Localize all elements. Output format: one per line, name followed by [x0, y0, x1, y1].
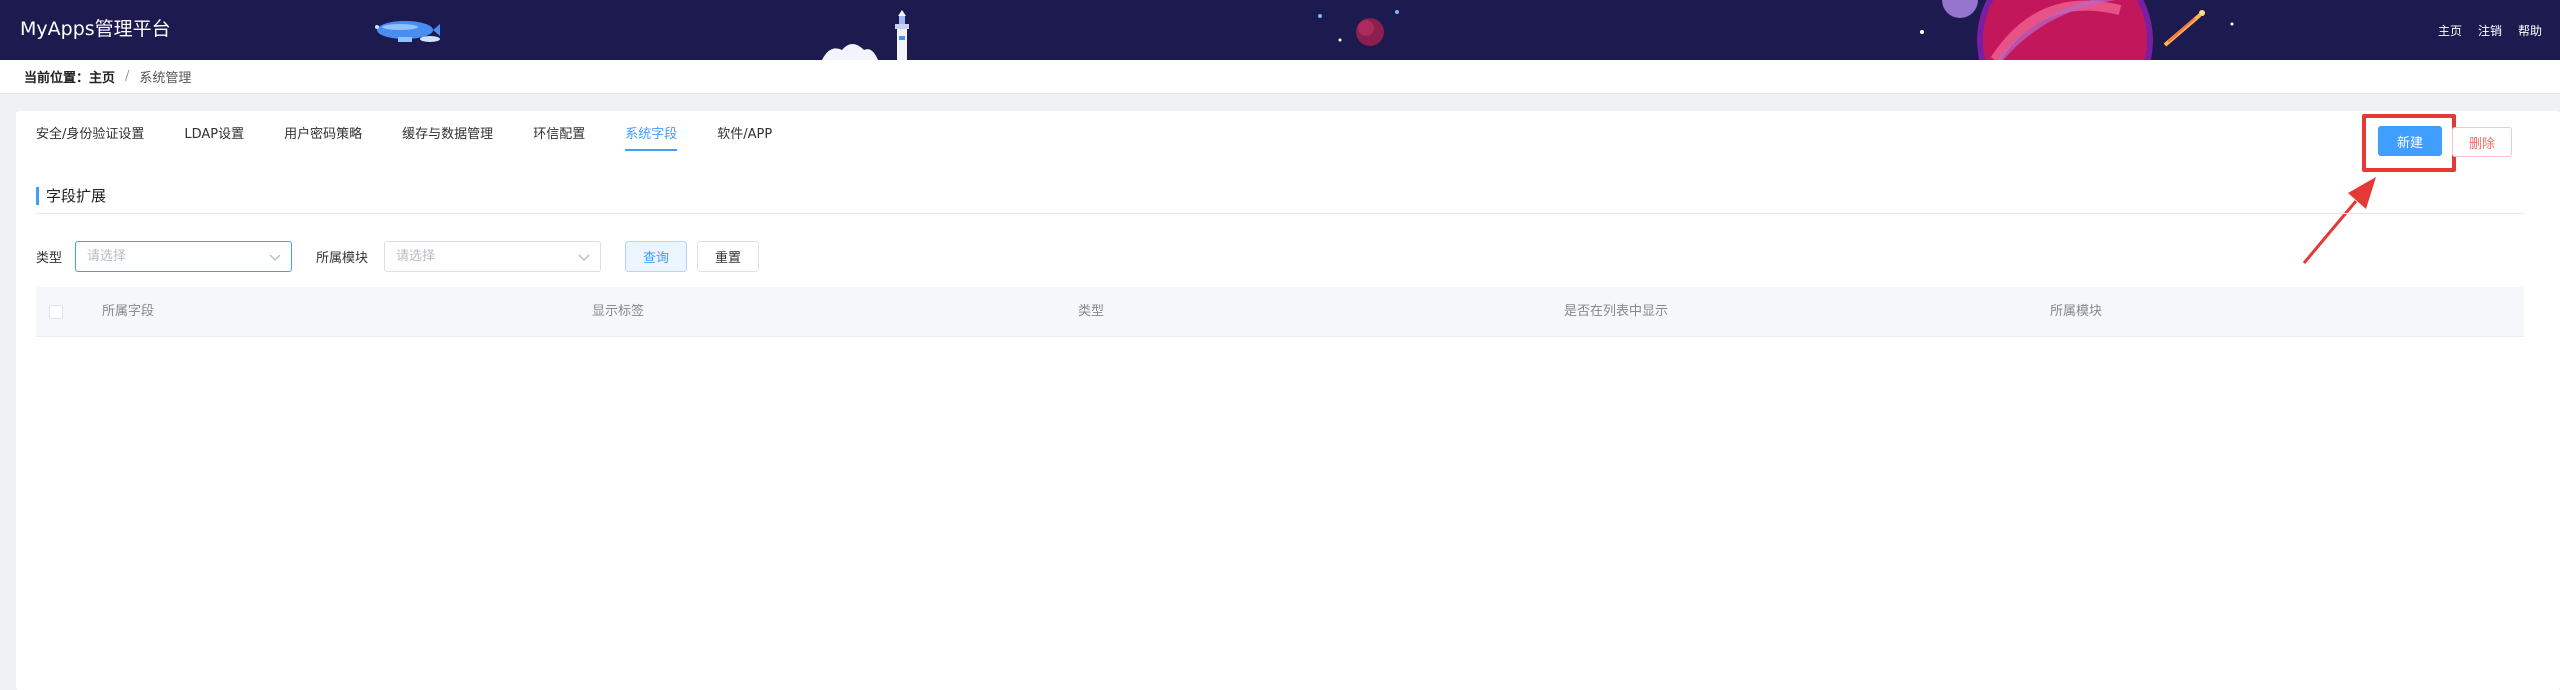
app-title: MyApps管理平台	[20, 18, 171, 40]
module-select-placeholder: 请选择	[396, 249, 436, 264]
breadcrumb-separator: /	[125, 69, 130, 84]
main-card: 安全/身份验证设置 LDAP设置 用户密码策略 缓存与数据管理 环信配置 系统字…	[16, 111, 2560, 690]
new-button[interactable]: 新建	[2378, 126, 2442, 156]
query-button[interactable]: 查询	[625, 241, 687, 272]
tab-ldap[interactable]: LDAP设置	[184, 111, 244, 151]
section-divider	[36, 213, 2524, 214]
tab-software-app[interactable]: 软件/APP	[717, 111, 772, 151]
breadcrumb-current: 系统管理	[139, 71, 192, 86]
reset-button[interactable]: 重置	[697, 241, 759, 272]
header-decoration-icon	[375, 0, 2234, 60]
chevron-down-icon	[578, 254, 590, 261]
type-select[interactable]: 请选择	[75, 241, 292, 272]
module-select[interactable]: 请选择	[384, 241, 601, 272]
section-title: 字段扩展	[36, 187, 106, 205]
type-select-placeholder: 请选择	[87, 249, 127, 264]
column-header-module[interactable]: 所属模块	[2050, 287, 2102, 337]
tab-system-fields[interactable]: 系统字段	[625, 111, 678, 151]
tab-bar: 安全/身份验证设置 LDAP设置 用户密码策略 缓存与数据管理 环信配置 系统字…	[36, 111, 812, 153]
header-link-logout[interactable]: 注销	[2478, 22, 2502, 39]
module-filter-label: 所属模块	[316, 251, 369, 266]
tab-cache-data[interactable]: 缓存与数据管理	[402, 111, 493, 151]
breadcrumb-home-link[interactable]: 主页	[89, 67, 115, 86]
column-header-field[interactable]: 所属字段	[102, 287, 154, 337]
top-header: MyApps管理平台 主页 注销 帮助	[0, 0, 2560, 60]
annotation-arrow-icon	[2302, 177, 2376, 264]
column-header-type[interactable]: 类型	[1078, 287, 1104, 337]
type-filter-label: 类型	[36, 251, 63, 266]
header-link-help[interactable]: 帮助	[2518, 22, 2542, 39]
tab-easemob-config[interactable]: 环信配置	[533, 111, 585, 151]
select-all-checkbox[interactable]	[49, 305, 63, 319]
header-link-home[interactable]: 主页	[2438, 22, 2462, 39]
delete-button[interactable]: 删除	[2452, 127, 2512, 157]
breadcrumb-label: 当前位置：	[24, 71, 90, 86]
chevron-down-icon	[269, 254, 281, 261]
column-header-display-label[interactable]: 显示标签	[592, 287, 644, 337]
table-header: 所属字段 显示标签 类型 是否在列表中显示 所属模块	[36, 287, 2524, 337]
column-header-show-in-list[interactable]: 是否在列表中显示	[1564, 287, 1668, 337]
tab-security-auth[interactable]: 安全/身份验证设置	[36, 111, 144, 151]
breadcrumb: 当前位置： 主页 / 系统管理	[0, 60, 2560, 94]
tab-password-policy[interactable]: 用户密码策略	[284, 111, 362, 151]
header-nav: 主页 注销 帮助	[2438, 0, 2542, 60]
